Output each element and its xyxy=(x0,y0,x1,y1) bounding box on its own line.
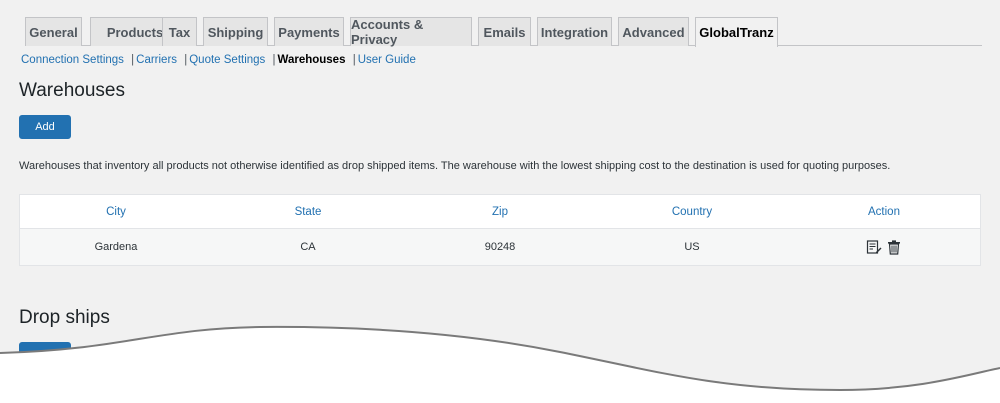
column-header-action: Action xyxy=(868,205,900,218)
table-row: Gardena CA 90248 US xyxy=(20,229,980,265)
subnav-separator: | xyxy=(272,54,276,66)
subnav-user-guide[interactable]: User Guide xyxy=(358,54,416,66)
tab-shipping[interactable]: Shipping xyxy=(203,17,268,46)
subnav-quote-settings[interactable]: Quote Settings xyxy=(189,54,265,66)
add-warehouse-button[interactable]: Add xyxy=(19,115,71,139)
tab-emails[interactable]: Emails xyxy=(478,17,531,46)
warehouses-description: Warehouses that inventory all products n… xyxy=(19,160,891,172)
subnav-separator: | xyxy=(184,54,188,66)
torn-edge-overlay xyxy=(0,325,1000,403)
column-header-country: Country xyxy=(671,205,713,218)
tab-general[interactable]: General xyxy=(25,17,82,46)
tab-tax[interactable]: Tax xyxy=(162,17,197,46)
subnav-separator: | xyxy=(131,54,135,66)
warehouses-heading: Warehouses xyxy=(19,80,125,101)
cell-country: US xyxy=(684,241,700,253)
cell-state: CA xyxy=(300,241,316,253)
tab-payments[interactable]: Payments xyxy=(274,17,344,46)
subnav-carriers[interactable]: Carriers xyxy=(136,54,177,66)
tab-accounts-privacy[interactable]: Accounts & Privacy xyxy=(350,17,472,47)
settings-tabs: General Products Tax Shipping Payments A… xyxy=(25,17,982,47)
column-header-state: State xyxy=(294,205,322,218)
column-header-city: City xyxy=(106,205,126,218)
tab-globaltranz[interactable]: GlobalTranz xyxy=(695,17,778,47)
cell-actions xyxy=(788,229,980,265)
edit-icon[interactable] xyxy=(866,239,882,255)
cell-zip: 90248 xyxy=(484,241,516,253)
sub-navigation: Connection Settings | Carriers | Quote Set… xyxy=(21,54,416,66)
table-header-row: City State Zip Country Action xyxy=(20,195,980,229)
tab-integration[interactable]: Integration xyxy=(537,17,612,46)
subnav-warehouses-current: Warehouses xyxy=(277,54,346,66)
tab-advanced[interactable]: Advanced xyxy=(618,17,689,46)
cell-city: Gardena xyxy=(94,241,138,253)
column-header-zip: Zip xyxy=(492,205,508,218)
warehouses-table: City State Zip Country Action Gardena CA… xyxy=(19,194,981,266)
subnav-separator: | xyxy=(352,54,356,66)
subnav-connection-settings[interactable]: Connection Settings xyxy=(21,54,124,66)
trash-icon[interactable] xyxy=(886,239,902,255)
